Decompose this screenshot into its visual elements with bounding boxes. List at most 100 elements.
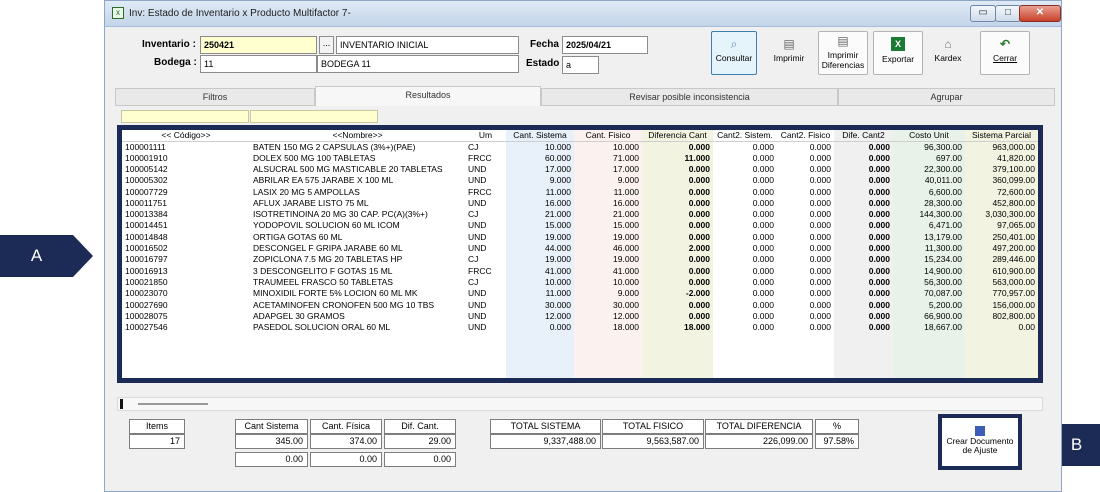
cell-cant-fisico[interactable]: 41.000	[574, 265, 642, 276]
cell-cant-fisico[interactable]: 16.000	[574, 198, 642, 209]
cell-um[interactable]: UND	[465, 311, 506, 322]
cell-cant-fisico[interactable]: 19.000	[574, 232, 642, 243]
cell-cant-fisico[interactable]: 71.000	[574, 153, 642, 164]
cell-diferencia[interactable]: 0.000	[642, 254, 713, 265]
cell-um[interactable]: UND	[465, 288, 506, 299]
cell-cant-sistema[interactable]: 11.000	[506, 288, 574, 299]
cell-costo-unit[interactable]: 144,300.00	[893, 209, 965, 220]
cell-sistema-parcial[interactable]: 0.00	[965, 322, 1038, 333]
tab-resultados[interactable]: Resultados	[315, 86, 541, 106]
filter-code-cell[interactable]	[121, 110, 249, 123]
cell-cant-sistema[interactable]: 11.000	[506, 186, 574, 197]
cell-dife-cant2[interactable]: 0.000	[834, 254, 893, 265]
cell-um[interactable]: FRCC	[465, 153, 506, 164]
cell-nombre[interactable]: TRAUMEEL FRASCO 50 TABLETAS	[250, 277, 465, 288]
cell-sistema-parcial[interactable]: 497,200.00	[965, 243, 1038, 254]
crear-documento-ajuste-button[interactable]: Crear Documento de Ajuste	[938, 414, 1022, 470]
fecha-field[interactable]: 2025/04/21	[562, 36, 648, 54]
maximize-button[interactable]: □	[995, 5, 1021, 22]
cell-codigo[interactable]: 100016913	[122, 265, 250, 276]
scroll-thumb[interactable]	[138, 403, 208, 405]
cell-nombre[interactable]: DESCONGEL F GRIPA JARABE 60 ML	[250, 243, 465, 254]
cell-costo-unit[interactable]: 697.00	[893, 153, 965, 164]
cell-nombre[interactable]: ORTIGA GOTAS 60 ML	[250, 232, 465, 243]
cell-sistema-parcial[interactable]: 156,000.00	[965, 299, 1038, 310]
cell-cant2-sistema[interactable]: 0.000	[713, 141, 777, 153]
cell-um[interactable]: FRCC	[465, 186, 506, 197]
cell-dife-cant2[interactable]: 0.000	[834, 311, 893, 322]
tab-filtros[interactable]: Filtros	[115, 88, 315, 106]
cell-cant-fisico[interactable]: 15.000	[574, 220, 642, 231]
close-button[interactable]: ✕	[1019, 5, 1061, 22]
cell-costo-unit[interactable]: 14,900.00	[893, 265, 965, 276]
cell-um[interactable]: UND	[465, 299, 506, 310]
table-row[interactable]: 100027546 PASEDOL SOLUCION ORAL 60 ML UND 0…	[122, 322, 1038, 333]
cell-nombre[interactable]: ALSUCRAL 500 MG MASTICABLE 20 TABLETAS	[250, 164, 465, 175]
cell-codigo[interactable]: 100013384	[122, 209, 250, 220]
cell-cant2-fisico[interactable]: 0.000	[777, 164, 834, 175]
cell-cant2-sistema[interactable]: 0.000	[713, 299, 777, 310]
cell-cant-fisico[interactable]: 46.000	[574, 243, 642, 254]
cell-cant-fisico[interactable]: 10.000	[574, 277, 642, 288]
table-row[interactable]: 100014451 YODOPOVIL SOLUCION 60 ML ICOM UN…	[122, 220, 1038, 231]
table-row[interactable]: 100016502 DESCONGEL F GRIPA JARABE 60 ML U…	[122, 243, 1038, 254]
cell-dife-cant2[interactable]: 0.000	[834, 299, 893, 310]
cell-cant-fisico[interactable]: 19.000	[574, 254, 642, 265]
cell-codigo[interactable]: 100005142	[122, 164, 250, 175]
cell-costo-unit[interactable]: 40,011.00	[893, 175, 965, 186]
cell-sistema-parcial[interactable]: 802,800.00	[965, 311, 1038, 322]
cell-dife-cant2[interactable]: 0.000	[834, 209, 893, 220]
cell-cant2-fisico[interactable]: 0.000	[777, 209, 834, 220]
cell-costo-unit[interactable]: 13,179.00	[893, 232, 965, 243]
cell-cant-fisico[interactable]: 9.000	[574, 175, 642, 186]
cell-cant-sistema[interactable]: 30.000	[506, 299, 574, 310]
table-row[interactable]: 100016797 ZOPICLONA 7.5 MG 20 TABLETAS HP…	[122, 254, 1038, 265]
cell-dife-cant2[interactable]: 0.000	[834, 288, 893, 299]
cell-cant2-sistema[interactable]: 0.000	[713, 175, 777, 186]
cell-sistema-parcial[interactable]: 41,820.00	[965, 153, 1038, 164]
cell-dife-cant2[interactable]: 0.000	[834, 277, 893, 288]
cell-diferencia[interactable]: 2.000	[642, 243, 713, 254]
table-row[interactable]: 100023070 MINOXIDIL FORTE 5% LOCION 60 ML…	[122, 288, 1038, 299]
cell-cant2-fisico[interactable]: 0.000	[777, 243, 834, 254]
table-row[interactable]: 100001111 BATEN 150 MG 2 CAPSULAS (3%+)(P…	[122, 141, 1038, 153]
tab-revisar-inconsistencia[interactable]: Revisar posible inconsistencia	[541, 88, 838, 106]
cell-um[interactable]: UND	[465, 243, 506, 254]
cell-cant2-fisico[interactable]: 0.000	[777, 265, 834, 276]
cell-um[interactable]: CJ	[465, 141, 506, 153]
cell-cant-sistema[interactable]: 16.000	[506, 198, 574, 209]
cell-codigo[interactable]: 100016797	[122, 254, 250, 265]
cell-cant2-fisico[interactable]: 0.000	[777, 186, 834, 197]
cell-diferencia[interactable]: 0.000	[642, 175, 713, 186]
cell-diferencia[interactable]: 0.000	[642, 265, 713, 276]
cell-cant2-sistema[interactable]: 0.000	[713, 254, 777, 265]
cell-um[interactable]: UND	[465, 322, 506, 333]
table-row[interactable]: 100011751 AFLUX JARABE LISTO 75 ML UND 16.0…	[122, 198, 1038, 209]
cell-codigo[interactable]: 100014848	[122, 232, 250, 243]
cell-codigo[interactable]: 100014451	[122, 220, 250, 231]
cell-diferencia[interactable]: 0.000	[642, 209, 713, 220]
imprimir-button[interactable]: ▤ Imprimir	[766, 31, 812, 75]
cell-cant-fisico[interactable]: 11.000	[574, 186, 642, 197]
cell-costo-unit[interactable]: 6,471.00	[893, 220, 965, 231]
cell-sistema-parcial[interactable]: 97,065.00	[965, 220, 1038, 231]
cell-um[interactable]: UND	[465, 232, 506, 243]
cell-diferencia[interactable]: 0.000	[642, 220, 713, 231]
cell-sistema-parcial[interactable]: 770,957.00	[965, 288, 1038, 299]
cell-um[interactable]: CJ	[465, 209, 506, 220]
cell-diferencia[interactable]: 0.000	[642, 277, 713, 288]
cell-cant2-sistema[interactable]: 0.000	[713, 209, 777, 220]
cell-um[interactable]: UND	[465, 220, 506, 231]
cell-codigo[interactable]: 100021850	[122, 277, 250, 288]
table-row[interactable]: 100005302 ABRILAR EA 575 JARABE X 100 ML U…	[122, 175, 1038, 186]
cell-cant-fisico[interactable]: 30.000	[574, 299, 642, 310]
cell-cant2-fisico[interactable]: 0.000	[777, 175, 834, 186]
cell-sistema-parcial[interactable]: 3,030,300.00	[965, 209, 1038, 220]
cell-cant-sistema[interactable]: 19.000	[506, 254, 574, 265]
cerrar-button[interactable]: ↶ Cerrar	[980, 31, 1030, 75]
cell-cant-fisico[interactable]: 21.000	[574, 209, 642, 220]
cell-cant-sistema[interactable]: 10.000	[506, 141, 574, 153]
cell-cant-fisico[interactable]: 18.000	[574, 322, 642, 333]
cell-costo-unit[interactable]: 15,234.00	[893, 254, 965, 265]
col-header-dife-cant2[interactable]: Dife. Cant2	[834, 130, 893, 142]
